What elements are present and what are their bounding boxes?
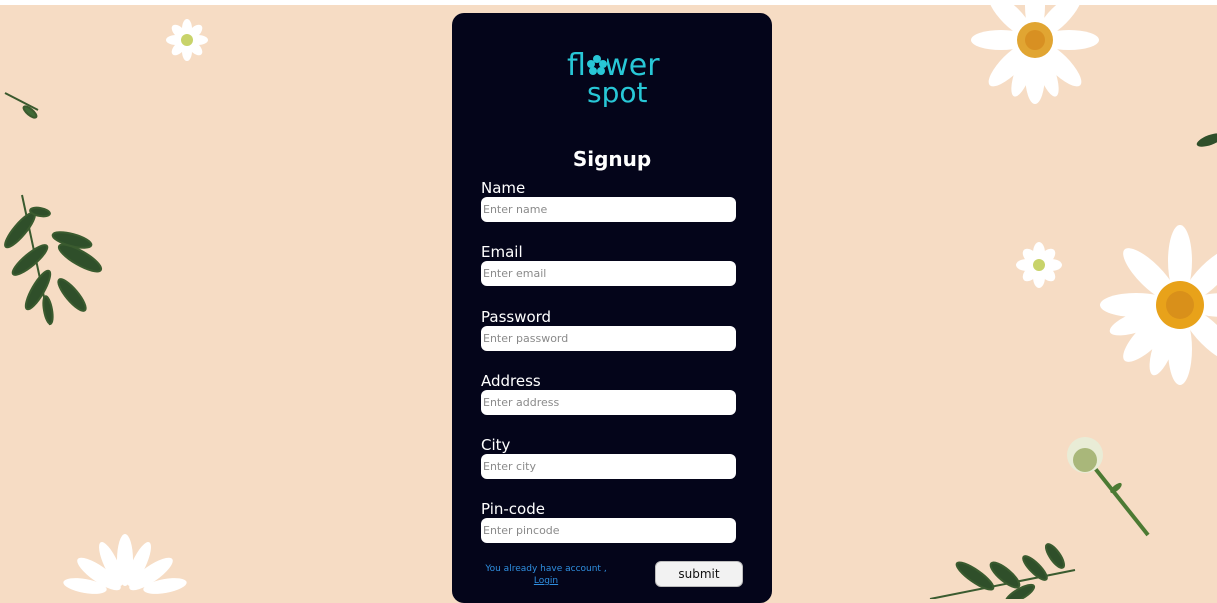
daisy-decoration [971, 0, 1099, 104]
daisy-decoration [1016, 242, 1062, 288]
pincode-field-group: Pin-code [481, 500, 736, 543]
leaf-decoration [1196, 133, 1217, 147]
email-input[interactable] [481, 261, 736, 286]
name-field-group: Name [481, 179, 736, 222]
address-label: Address [481, 372, 541, 390]
logo-text-line2: spot [587, 76, 647, 107]
flower-spot-logo: flower spot [557, 45, 667, 109]
password-label: Password [481, 308, 552, 326]
name-label: Name [481, 179, 526, 197]
form-title: Signup [572, 147, 652, 171]
city-field-group: City [481, 436, 736, 479]
leaf-decoration [4, 92, 39, 119]
name-input[interactable] [481, 197, 736, 222]
top-border [0, 0, 1217, 5]
signup-card: flower spot Signup Name Email Password A… [452, 13, 772, 603]
daisy-decoration [63, 534, 187, 594]
pincode-label: Pin-code [481, 500, 545, 518]
address-field-group: Address [481, 372, 736, 415]
bud-decoration [1067, 437, 1150, 537]
password-field-group: Password [481, 308, 736, 351]
leaf-branch-decoration [4, 194, 103, 326]
login-link[interactable]: Login [476, 575, 616, 587]
city-input[interactable] [481, 454, 736, 479]
daisy-decoration [166, 19, 208, 61]
flower-logo-icon [587, 53, 607, 77]
submit-button[interactable]: submit [655, 561, 743, 587]
logo-graphic: flower spot [567, 48, 660, 109]
email-label: Email [481, 243, 523, 261]
already-account-text: You already have account , [485, 564, 607, 574]
city-label: City [481, 436, 511, 454]
address-input[interactable] [481, 390, 736, 415]
email-field-group: Email [481, 243, 736, 286]
password-input[interactable] [481, 326, 736, 351]
login-prompt: You already have account , Login [476, 563, 616, 587]
daisy-decoration [1100, 225, 1217, 385]
pincode-input[interactable] [481, 518, 736, 543]
leaf-branch-decoration [929, 543, 1076, 599]
